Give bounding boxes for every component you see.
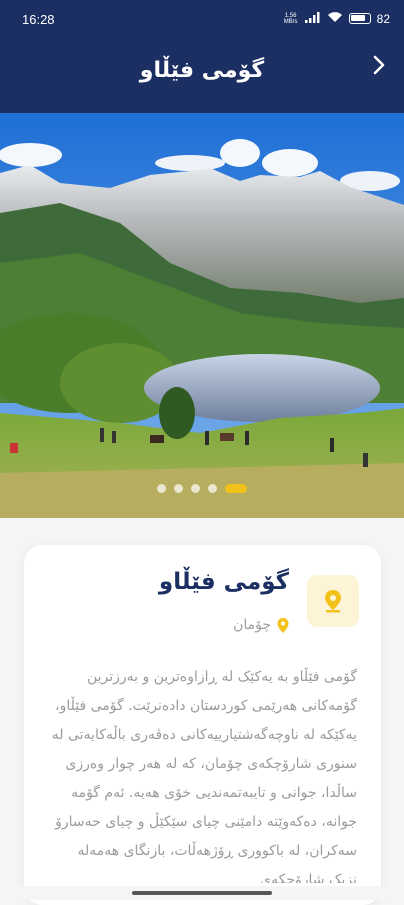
carousel-dot[interactable] <box>208 484 217 493</box>
map-pin-badge[interactable] <box>307 575 359 627</box>
home-indicator[interactable] <box>132 891 272 895</box>
status-bar: 16:28 1.56 MB/s 82 <box>0 0 404 40</box>
status-time: 16:28 <box>22 12 55 27</box>
place-card: گۆمی فێڵاو چۆمان گۆمی فێڵاو بە یەکێک لە … <box>24 545 381 905</box>
place-description: گۆمی فێڵاو بە یەکێک لە ڕازاوەترین و بەرز… <box>51 669 357 883</box>
location-text: چۆمان <box>233 617 271 633</box>
location-row: چۆمان <box>233 617 289 633</box>
carousel-dot[interactable] <box>157 484 166 493</box>
place-name: گۆمی فێڵاو <box>158 569 289 595</box>
carousel-dot[interactable] <box>191 484 200 493</box>
signal-icon <box>304 11 321 26</box>
map-pin-icon <box>325 590 341 613</box>
carousel-indicator <box>0 484 404 493</box>
carousel-dot-active[interactable] <box>225 484 247 493</box>
battery-icon <box>348 13 371 24</box>
system-nav-bar <box>0 886 404 900</box>
network-speed: 1.56 MB/s <box>283 12 298 25</box>
lake-photo <box>0 113 404 518</box>
wifi-icon <box>327 11 343 26</box>
battery-level: 82 <box>376 11 390 26</box>
location-icon <box>277 617 289 633</box>
back-button[interactable] <box>366 52 392 78</box>
app-header: گۆمی فێڵاو <box>0 40 404 113</box>
page-title: گۆمی فێڵاو <box>139 58 265 83</box>
carousel-dot[interactable] <box>174 484 183 493</box>
status-icons: 1.56 MB/s 82 <box>283 11 390 26</box>
image-carousel[interactable] <box>0 113 404 518</box>
chevron-right-icon <box>373 55 385 75</box>
